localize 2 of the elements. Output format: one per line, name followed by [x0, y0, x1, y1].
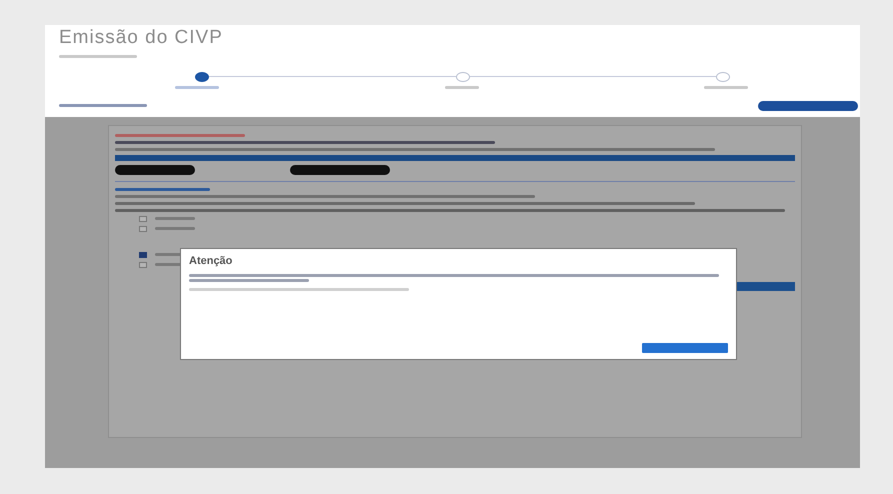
page-title: Emissão do CIVP — [59, 28, 224, 49]
dialog-title: Atenção — [189, 255, 234, 268]
